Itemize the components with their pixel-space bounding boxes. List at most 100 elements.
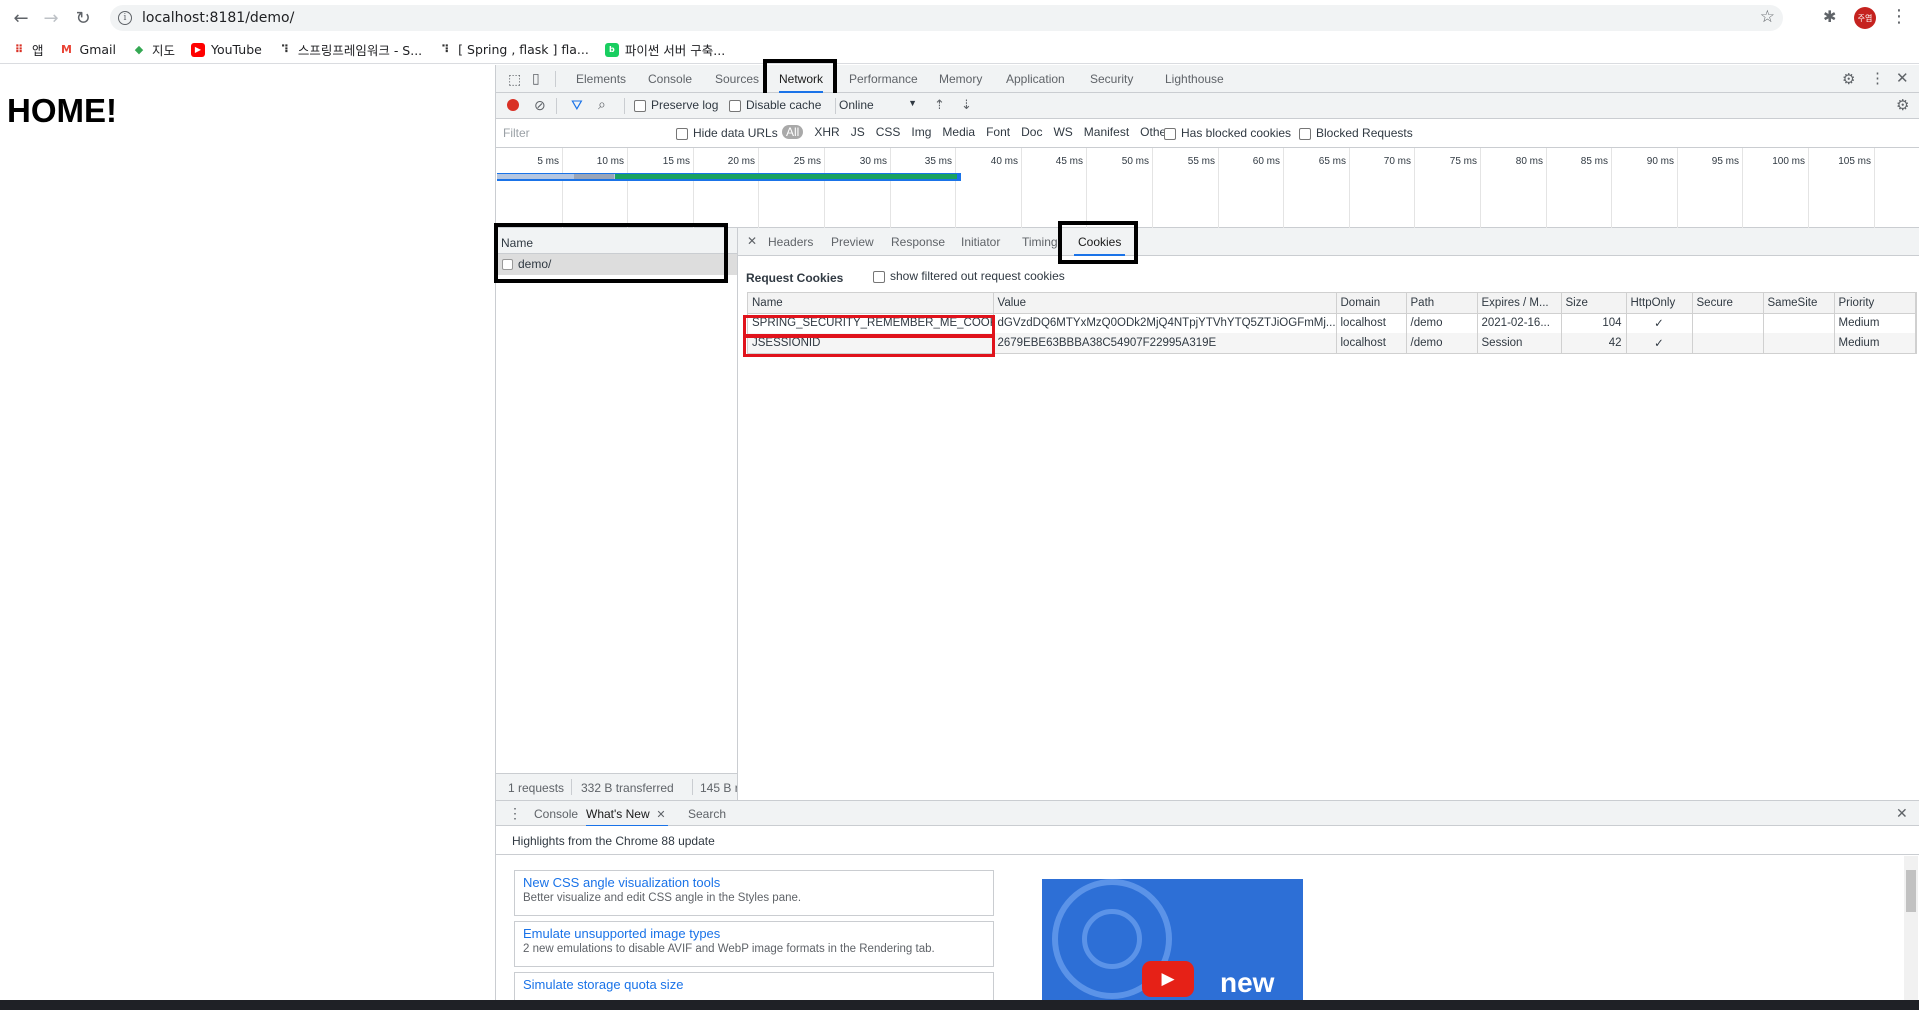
card-title[interactable]: Simulate storage quota size (523, 977, 985, 992)
bookmark-flask[interactable]: ⠹[ Spring , flask ] fla... (438, 42, 589, 57)
bookmark-python[interactable]: b 파이썬 서버 구축... (604, 40, 725, 59)
tab-headers[interactable]: Headers (768, 228, 813, 256)
forward-arrow-icon[interactable]: → (38, 6, 64, 30)
address-bar[interactable]: i localhost:8181/demo/ ☆ (110, 5, 1783, 31)
type-filter-doc[interactable]: Doc (1021, 125, 1042, 139)
whats-new-card[interactable]: New CSS angle visualization tools Better… (514, 870, 994, 916)
type-filter-media[interactable]: Media (942, 125, 975, 139)
timeline-tick-label: 11 (1894, 156, 1919, 167)
checkbox[interactable] (1164, 127, 1176, 140)
record-icon[interactable] (507, 99, 519, 111)
bookmark-star-icon[interactable]: ☆ (1760, 7, 1775, 27)
show-filtered-cookies-checkbox[interactable]: show filtered out request cookies (873, 269, 1065, 283)
close-devtools-icon[interactable]: ✕ (1896, 69, 1909, 87)
col-path[interactable]: Path (1406, 293, 1478, 314)
type-filter-css[interactable]: CSS (876, 125, 901, 139)
tab-application[interactable]: Application (1006, 65, 1065, 93)
timeline-tick-label: 20 ms (727, 156, 755, 167)
tab-preview[interactable]: Preview (831, 228, 874, 256)
bookmark-youtube[interactable]: ▶ YouTube (191, 42, 262, 57)
timeline-tick-label: 95 ms (1711, 156, 1739, 167)
drawer-menu-icon[interactable]: ⋮ (508, 805, 522, 822)
blocked-requests-checkbox[interactable]: Blocked Requests (1299, 126, 1413, 140)
browser-menu-icon[interactable]: ⋮ (1890, 6, 1908, 27)
tab-memory[interactable]: Memory (939, 65, 982, 93)
checkbox[interactable] (873, 270, 885, 283)
filter-input[interactable]: Filter (498, 124, 658, 142)
device-toolbar-icon[interactable]: ▯ (532, 70, 540, 87)
drawer-tab-console[interactable]: Console (534, 801, 578, 827)
network-overview-timeline[interactable]: 5 ms 10 ms 15 ms 20 ms 25 ms 30 ms 35 ms 40 ms 4… (496, 148, 1919, 228)
card-title[interactable]: Emulate unsupported image types (523, 926, 985, 941)
back-arrow-icon[interactable]: ← (8, 6, 34, 30)
drawer-tab-search[interactable]: Search (688, 801, 726, 827)
tab-lighthouse[interactable]: Lighthouse (1165, 65, 1224, 93)
type-filter-ws[interactable]: WS (1053, 125, 1072, 139)
card-title[interactable]: New CSS angle visualization tools (523, 875, 985, 890)
col-priority[interactable]: Priority (1834, 293, 1916, 314)
col-size[interactable]: Size (1561, 293, 1627, 314)
drawer-tab-whats-new[interactable]: What's New ✕ (586, 801, 668, 827)
col-expires[interactable]: Expires / M... (1477, 293, 1562, 314)
close-tab-icon[interactable]: ✕ (656, 808, 665, 821)
checkbox[interactable] (1299, 127, 1311, 140)
network-filter-bar: Filter Hide data URLs All XHR JS CSS Img… (496, 119, 1919, 148)
tab-initiator[interactable]: Initiator (961, 228, 1000, 256)
network-settings-gear-icon[interactable]: ⚙ (1896, 96, 1909, 114)
col-name[interactable]: Name (748, 293, 994, 314)
type-filter-xhr[interactable]: XHR (814, 125, 839, 139)
has-blocked-cookies-checkbox[interactable]: Has blocked cookies (1164, 126, 1291, 140)
bookmark-gmail[interactable]: M Gmail (60, 42, 116, 57)
more-options-icon[interactable]: ⋮ (1870, 69, 1885, 87)
whats-new-card[interactable]: Emulate unsupported image types 2 new em… (514, 921, 994, 967)
timeline-tick-label: 40 ms (990, 156, 1018, 167)
type-filter-manifest[interactable]: Manifest (1084, 125, 1129, 139)
inspect-element-icon[interactable]: ⬚ (508, 71, 521, 88)
col-samesite[interactable]: SameSite (1763, 293, 1835, 314)
checkbox[interactable] (729, 99, 741, 112)
type-filter-img[interactable]: Img (911, 125, 931, 139)
type-filter-all[interactable]: All (782, 125, 804, 139)
timeline-gridline (1480, 148, 1481, 228)
tab-performance[interactable]: Performance (849, 65, 918, 93)
clear-icon[interactable]: ⊘ (534, 97, 546, 114)
hide-data-urls-checkbox[interactable]: Hide data URLs (676, 126, 778, 140)
col-domain[interactable]: Domain (1336, 293, 1407, 314)
settings-gear-icon[interactable]: ⚙ (1842, 70, 1855, 88)
profile-avatar[interactable]: 주엽 (1854, 7, 1876, 29)
tab-timing[interactable]: Timing (1022, 228, 1058, 256)
close-drawer-icon[interactable]: ✕ (1896, 805, 1908, 822)
bookmark-maps[interactable]: ◆ 지도 (132, 40, 175, 59)
type-filter-font[interactable]: Font (986, 125, 1010, 139)
preserve-log-checkbox[interactable]: Preserve log (634, 98, 718, 112)
tab-sources[interactable]: Sources (715, 65, 759, 93)
extensions-puzzle-icon[interactable]: ✱ (1823, 7, 1836, 26)
tab-console[interactable]: Console (648, 65, 692, 93)
bookmark-apps[interactable]: ⠿ 앱 (12, 40, 44, 59)
export-har-icon[interactable]: ⇣ (961, 97, 972, 113)
throttling-select[interactable]: Online ▼ (839, 98, 917, 112)
close-detail-icon[interactable]: ✕ (747, 234, 757, 248)
filter-funnel-icon[interactable]: ⛛ (571, 97, 583, 114)
tab-security[interactable]: Security (1090, 65, 1133, 93)
col-value[interactable]: Value (993, 293, 1337, 314)
tab-elements[interactable]: Elements (576, 65, 626, 93)
info-icon[interactable]: i (118, 11, 132, 25)
reload-icon[interactable]: ↻ (70, 6, 96, 30)
search-icon[interactable]: ⌕ (598, 96, 606, 113)
whats-new-video-thumbnail[interactable]: ▶ new (1042, 879, 1303, 1010)
bookmark-spring[interactable]: ⠹ 스프링프레임워크 - S... (278, 40, 423, 59)
col-httponly[interactable]: HttpOnly (1626, 293, 1693, 314)
tab-response[interactable]: Response (891, 228, 945, 256)
checkbox[interactable] (676, 127, 688, 140)
disable-cache-checkbox[interactable]: Disable cache (729, 98, 821, 112)
col-secure[interactable]: Secure (1692, 293, 1764, 314)
type-filter-js[interactable]: JS (851, 125, 865, 139)
video-caption: new (1220, 967, 1275, 998)
play-button-icon[interactable]: ▶ (1142, 961, 1194, 997)
scrollbar[interactable] (1904, 856, 1918, 1010)
checkbox[interactable] (634, 99, 646, 112)
timeline-gridline (1152, 148, 1153, 228)
scrollbar-thumb[interactable] (1906, 870, 1916, 912)
import-har-icon[interactable]: ⇡ (934, 97, 945, 113)
